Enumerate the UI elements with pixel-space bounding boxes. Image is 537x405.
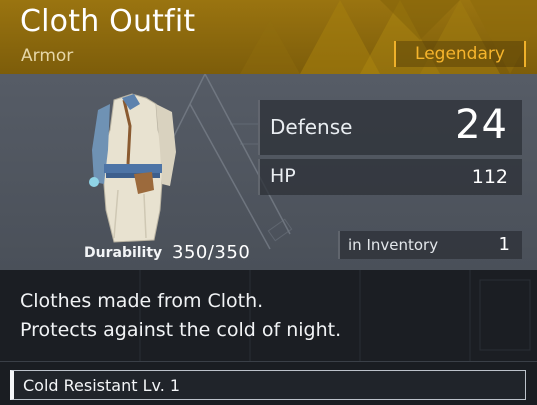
- inventory-count: in Inventory 1: [338, 231, 522, 259]
- inventory-label: in Inventory: [348, 236, 439, 254]
- trait-item[interactable]: Cold Resistant Lv. 1: [10, 370, 526, 400]
- item-category: Armor: [21, 46, 74, 66]
- item-title: Cloth Outfit: [20, 4, 196, 39]
- durability-label: Durability: [84, 245, 163, 261]
- defense-label: Defense: [270, 115, 353, 139]
- item-header: Cloth Outfit Armor Legendary: [0, 0, 537, 74]
- hp-label: HP: [270, 165, 296, 187]
- trait-label: Cold Resistant Lv. 1: [23, 376, 181, 395]
- item-detail-panel: Durability 350/350 Defense 24 HP 112 in …: [0, 74, 537, 270]
- description-line-2: Protects against the cold of night.: [20, 319, 342, 341]
- item-description: Clothes made from Cloth. Protects agains…: [0, 270, 537, 362]
- hp-stat: HP 112: [258, 159, 522, 195]
- inventory-value: 1: [498, 234, 510, 255]
- rarity-badge: Legendary: [394, 41, 526, 67]
- defense-stat: Defense 24: [258, 100, 522, 155]
- divider: [0, 361, 537, 362]
- defense-value: 24: [455, 102, 508, 148]
- hp-value: 112: [471, 166, 508, 188]
- description-deco: [139, 270, 531, 362]
- durability-value: 350/350: [172, 242, 251, 263]
- description-line-1: Clothes made from Cloth.: [20, 290, 264, 312]
- cloth-outfit-icon: [89, 93, 176, 243]
